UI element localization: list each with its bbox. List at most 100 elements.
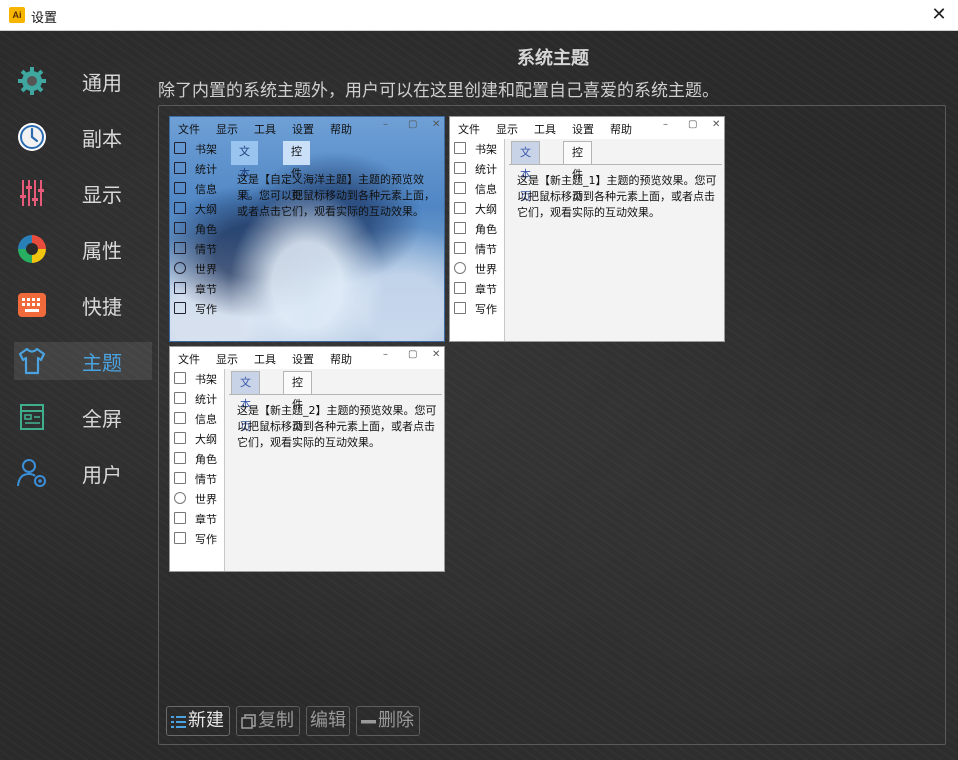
preview-tree-item[interactable]: 书架 bbox=[454, 139, 506, 159]
preview-tree-item[interactable]: 情节 bbox=[174, 469, 226, 489]
sidebar-item-label: 主题 bbox=[82, 351, 122, 375]
bookshelf-icon bbox=[174, 372, 186, 384]
preview-tree-item[interactable]: 信息 bbox=[174, 409, 226, 429]
tab-widget-page[interactable]: 控件页 bbox=[283, 141, 310, 202]
theme-preview-new-2[interactable]: 文件 显示 工具 设置 帮助 – ▢ ✕ 书架 统计 信息 大纲 角色 情节 世… bbox=[169, 346, 445, 572]
preview-menu-item[interactable]: 工具 bbox=[254, 121, 276, 137]
preview-menu-item[interactable]: 文件 bbox=[458, 121, 480, 137]
preview-tree-item[interactable]: 世界 bbox=[174, 489, 226, 509]
preview-menubar: 文件 显示 工具 设置 帮助 – ▢ ✕ bbox=[170, 117, 444, 139]
preview-menu-item[interactable]: 显示 bbox=[496, 121, 518, 137]
delete-theme-button[interactable]: 删除 bbox=[356, 706, 420, 736]
preview-menu-item[interactable]: 工具 bbox=[534, 121, 556, 137]
maximize-icon[interactable]: ▢ bbox=[408, 119, 417, 130]
copy-icon bbox=[241, 714, 256, 729]
preview-tree-item[interactable]: 世界 bbox=[174, 259, 226, 279]
new-theme-button[interactable]: 新建 bbox=[166, 706, 230, 736]
preview-tree-item[interactable]: 信息 bbox=[174, 179, 226, 199]
preview-tree-item[interactable]: 章节 bbox=[174, 279, 226, 299]
globe-icon bbox=[174, 262, 186, 274]
tab-widget-page[interactable]: 控件页 bbox=[563, 141, 592, 203]
preview-tree-item[interactable]: 写作 bbox=[174, 529, 226, 549]
globe-icon bbox=[174, 492, 186, 504]
close-icon[interactable]: ✕ bbox=[712, 119, 720, 130]
preview-tree-item[interactable]: 章节 bbox=[174, 509, 226, 529]
tab-widget-page[interactable]: 控件页 bbox=[283, 371, 312, 433]
sidebar-item-shortcuts[interactable]: 快捷 bbox=[14, 286, 152, 324]
preview-tree-item[interactable]: 章节 bbox=[454, 279, 506, 299]
preview-menu-item[interactable]: 设置 bbox=[572, 121, 594, 137]
preview-content: 文本页 控件页 这是【自定义海洋主题】主题的预览效果。您可以把鼠标移动到各种元素… bbox=[225, 139, 444, 341]
preview-tree-item[interactable]: 角色 bbox=[454, 219, 506, 239]
preview-tree-item[interactable]: 统计 bbox=[174, 159, 226, 179]
sidebar-item-fullscreen[interactable]: 全屏 bbox=[14, 398, 152, 436]
maximize-icon[interactable]: ▢ bbox=[688, 119, 697, 130]
sidebar-item-label: 快捷 bbox=[82, 295, 122, 319]
preview-tree-item[interactable]: 角色 bbox=[174, 449, 226, 469]
preview-tree-item[interactable]: 情节 bbox=[454, 239, 506, 259]
preview-tree-item[interactable]: 角色 bbox=[174, 219, 226, 239]
preview-tree-item[interactable]: 写作 bbox=[174, 299, 226, 319]
globe-icon bbox=[454, 262, 466, 274]
preview-tree: 书架 统计 信息 大纲 角色 情节 世界 章节 写作 bbox=[170, 139, 226, 341]
tab-text-page[interactable]: 文本页 bbox=[511, 141, 540, 203]
close-button[interactable]: ✕ bbox=[926, 2, 952, 28]
edit-icon bbox=[174, 302, 186, 314]
edit-icon bbox=[454, 302, 466, 314]
preview-tab-body: 这是【自定义海洋主题】主题的预览效果。您可以把鼠标移动到各种元素上面，或者点击它… bbox=[229, 164, 442, 339]
maximize-icon[interactable]: ▢ bbox=[408, 349, 417, 360]
preview-tree-item[interactable]: 书架 bbox=[174, 139, 226, 159]
theme-preview-ocean[interactable]: 文件 显示 工具 设置 帮助 – ▢ ✕ 书架 统计 信息 大纲 角色 情节 世… bbox=[169, 116, 445, 342]
theme-preview-new-1[interactable]: 文件 显示 工具 设置 帮助 – ▢ ✕ 书架 统计 信息 大纲 角色 情节 世… bbox=[449, 116, 725, 342]
preview-tree-item[interactable]: 信息 bbox=[454, 179, 506, 199]
sidebar-item-properties[interactable]: 属性 bbox=[14, 230, 152, 268]
page-description: 除了内置的系统主题外，用户可以在这里创建和配置自己喜爱的系统主题。 bbox=[158, 81, 719, 101]
preview-tree-item[interactable]: 世界 bbox=[454, 259, 506, 279]
bookshelf-icon bbox=[454, 142, 466, 154]
chapter-icon bbox=[174, 282, 186, 294]
minimize-icon[interactable]: – bbox=[663, 119, 668, 130]
preview-tree-item[interactable]: 大纲 bbox=[174, 429, 226, 449]
preview-menu-item[interactable]: 文件 bbox=[178, 121, 200, 137]
stats-icon bbox=[454, 162, 466, 174]
sidebar-item-general[interactable]: 通用 bbox=[14, 62, 152, 100]
preview-menu-item[interactable]: 设置 bbox=[292, 351, 314, 367]
preview-tree-item[interactable]: 书架 bbox=[174, 369, 226, 389]
preview-text: 这是【新主题_2】主题的预览效果。您可以把鼠标移动到各种元素上面，或者点击它们，… bbox=[237, 404, 437, 449]
preview-menu-item[interactable]: 文件 bbox=[178, 351, 200, 367]
bookshelf-icon bbox=[174, 142, 186, 154]
tab-text-page[interactable]: 文本页 bbox=[231, 141, 258, 202]
preview-tree-item[interactable]: 写作 bbox=[454, 299, 506, 319]
sidebar-item-display[interactable]: 显示 bbox=[14, 174, 152, 212]
close-icon[interactable]: ✕ bbox=[432, 119, 440, 130]
sidebar-item-user[interactable]: 用户 bbox=[14, 454, 152, 492]
sidebar-item-backup[interactable]: 副本 bbox=[14, 118, 152, 156]
preview-menu-item[interactable]: 帮助 bbox=[330, 351, 352, 367]
copy-theme-button[interactable]: 复制 bbox=[236, 706, 300, 736]
sidebar: 通用 副本 显示 属性 快捷 主题 全屏 用户 bbox=[0, 31, 155, 760]
sidebar-item-label: 副本 bbox=[82, 127, 122, 151]
preview-tree-item[interactable]: 统计 bbox=[174, 389, 226, 409]
sidebar-item-label: 全屏 bbox=[82, 407, 122, 431]
preview-menu-item[interactable]: 帮助 bbox=[610, 121, 632, 137]
preview-menu-item[interactable]: 显示 bbox=[216, 351, 238, 367]
preview-tree-item[interactable]: 大纲 bbox=[454, 199, 506, 219]
tab-text-page[interactable]: 文本页 bbox=[231, 371, 260, 433]
list-add-icon bbox=[171, 716, 186, 728]
preview-menu-item[interactable]: 帮助 bbox=[330, 121, 352, 137]
window-title: 设置 bbox=[31, 10, 58, 25]
edit-theme-button[interactable]: 编辑 bbox=[306, 706, 350, 736]
minimize-icon[interactable]: – bbox=[383, 349, 388, 360]
fullscreen-icon bbox=[20, 404, 44, 430]
sidebar-item-theme[interactable]: 主题 bbox=[14, 342, 152, 380]
preview-tree-item[interactable]: 统计 bbox=[454, 159, 506, 179]
minimize-icon[interactable]: – bbox=[383, 119, 388, 130]
preview-tree-item[interactable]: 大纲 bbox=[174, 199, 226, 219]
app-logo-icon: Ai bbox=[9, 7, 25, 23]
close-icon[interactable]: ✕ bbox=[432, 349, 440, 360]
preview-tree-item[interactable]: 情节 bbox=[174, 239, 226, 259]
user-settings-icon bbox=[17, 459, 46, 487]
preview-menu-item[interactable]: 显示 bbox=[216, 121, 238, 137]
preview-menu-item[interactable]: 设置 bbox=[292, 121, 314, 137]
preview-menu-item[interactable]: 工具 bbox=[254, 351, 276, 367]
